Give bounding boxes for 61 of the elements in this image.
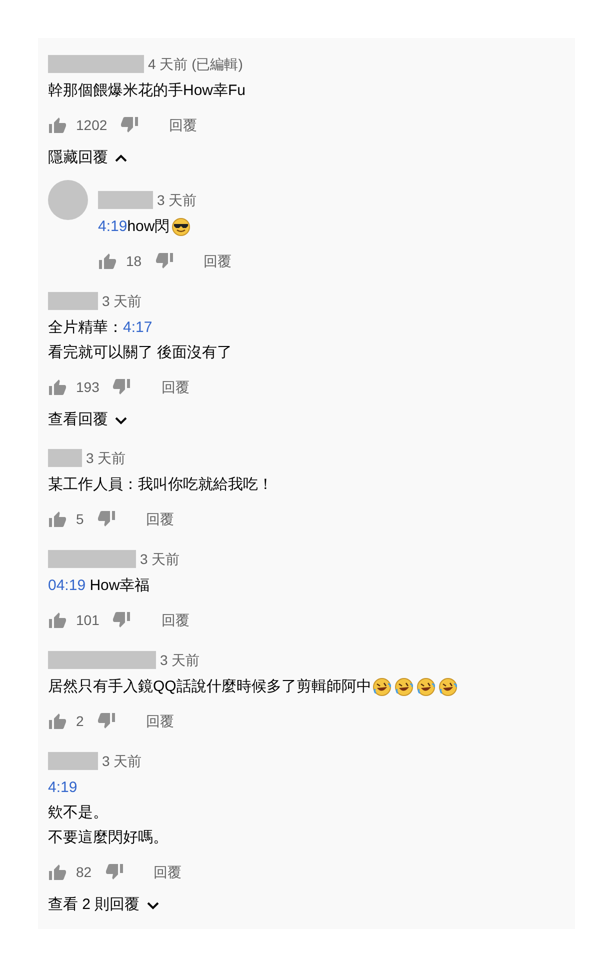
timestamp-link[interactable]: 04:19 [48,573,86,598]
comment-time: 3 天前 [86,448,126,468]
laughing-emoji-icon [395,678,414,696]
like-count: 2 [76,712,84,730]
reply-button[interactable]: 回覆 [161,610,190,630]
thumbs-down-icon[interactable] [98,712,116,730]
comment-time: 3 天前 [157,190,197,210]
thumbs-up-icon[interactable] [48,510,66,528]
like-count: 18 [126,252,142,270]
redacted-name [48,292,98,310]
comment-text: 看完就可以關了 後面沒有了 [48,343,232,363]
thumbs-down-icon[interactable] [121,116,140,134]
reply-button[interactable]: 回覆 [161,376,190,398]
redacted-name [48,752,98,770]
comment-text: 某工作人員：我叫你吃就給我吃！ [48,475,273,495]
comment-text: 不要這麼閃好嗎。 [48,828,168,848]
laughing-emoji-icon [417,678,436,696]
comment-text: how閃 [127,217,170,237]
timestamp-link[interactable]: 4:19 [98,214,128,239]
reply-button[interactable]: 回覆 [146,710,174,732]
like-count: 82 [76,862,92,882]
laughing-emoji-icon [373,678,392,696]
thumbs-down-icon[interactable] [113,378,132,396]
laughing-emoji-icon [439,678,458,696]
comment-time: 3 天前 [160,650,200,670]
comment-time: 3 天前 [102,752,142,770]
timestamp-link[interactable]: 4:19 [48,775,78,800]
replies-toggle[interactable]: 查看 2 則回覆 [48,894,160,916]
redacted-name [98,191,153,209]
comment-text: How幸福 [88,576,150,596]
like-count: 193 [76,378,100,396]
replies-toggle[interactable]: 查看回覆 [48,409,128,432]
like-count: 101 [76,610,100,630]
reply-button[interactable]: 回覆 [204,250,232,272]
reply-button[interactable]: 回覆 [146,508,174,530]
comment-text: 欸不是。 [48,803,108,823]
thumbs-up-icon[interactable] [48,611,66,629]
comment-time: 4 天前 (已編輯) [148,54,243,74]
comment-text: 居然只有手入鏡QQ話說什麼時候多了剪輯師阿中 [48,677,372,697]
sunglasses-emoji-icon [172,218,190,236]
redacted-name [48,449,82,467]
like-count: 1202 [76,116,108,134]
thumbs-up-icon[interactable] [98,252,116,270]
comment-time: 3 天前 [102,292,142,310]
thumbs-down-icon[interactable] [98,510,116,528]
replies-toggle[interactable]: 隱藏回覆 [48,147,128,170]
reply-button[interactable]: 回覆 [169,114,198,136]
comment-text: 幹那個餵爆米花的手How幸Fu [48,81,246,101]
thumbs-down-icon[interactable] [156,252,174,270]
thumbs-up-icon[interactable] [48,712,66,730]
avatar [48,180,88,220]
reply-button[interactable]: 回覆 [154,862,182,882]
comment-time: 3 天前 [140,550,180,568]
thumbs-up-icon[interactable] [48,116,66,134]
thumbs-up-icon[interactable] [48,378,66,396]
timestamp-link[interactable]: 4:17 [123,315,152,340]
thumbs-up-icon[interactable] [48,863,66,881]
comment-text: 全片精華： [48,318,123,338]
thumbs-down-icon[interactable] [113,611,132,629]
like-count: 5 [76,510,84,528]
thumbs-down-icon[interactable] [106,863,124,881]
